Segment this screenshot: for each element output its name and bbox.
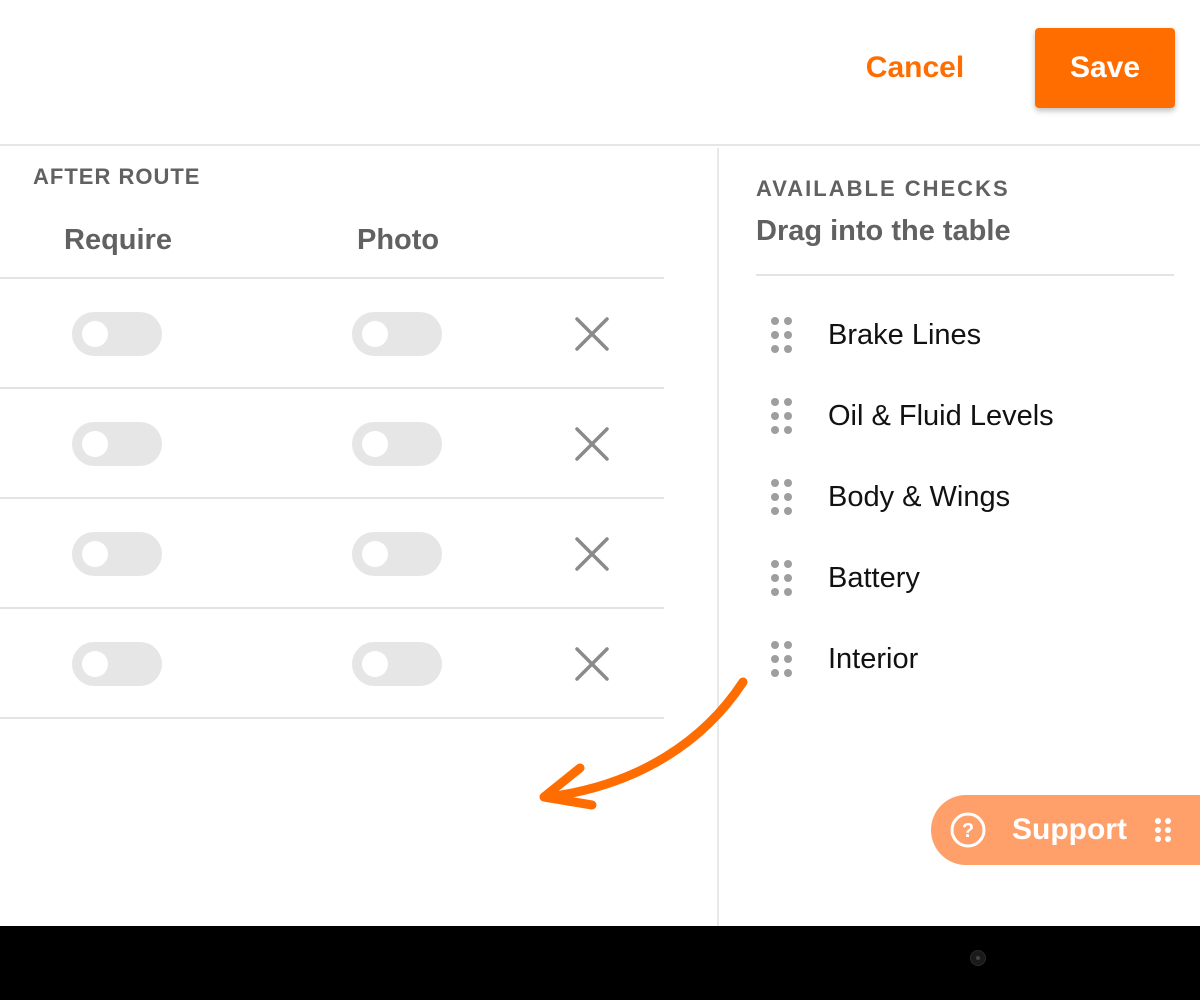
- column-header-photo: Photo: [357, 224, 440, 256]
- drag-handle-icon[interactable]: [1153, 817, 1173, 843]
- drag-handle-icon[interactable]: [769, 558, 795, 598]
- column-header-require: Require: [64, 224, 172, 256]
- check-item-label: Body & Wings: [828, 481, 1011, 513]
- table-row: [0, 499, 664, 609]
- drag-handle-icon[interactable]: [769, 396, 795, 436]
- photo-toggle[interactable]: [352, 312, 442, 356]
- toggle-knob: [82, 321, 108, 347]
- photo-toggle[interactable]: [352, 532, 442, 576]
- toggle-knob: [362, 541, 388, 567]
- close-icon[interactable]: [572, 314, 612, 354]
- toggle-knob: [82, 431, 108, 457]
- toggle-knob: [82, 651, 108, 677]
- available-checks-hint: Drag into the table: [756, 215, 1011, 247]
- available-check-item[interactable]: Body & Wings: [769, 467, 1149, 527]
- table-row: [0, 279, 664, 389]
- support-label: Support: [1012, 813, 1127, 846]
- save-button[interactable]: Save: [1035, 28, 1175, 108]
- toggle-knob: [82, 541, 108, 567]
- drag-handle-icon[interactable]: [769, 315, 795, 355]
- after-route-title: AFTER ROUTE: [33, 164, 201, 189]
- svg-text:?: ?: [962, 820, 974, 842]
- top-action-bar: Cancel Save: [0, 0, 1200, 146]
- support-button[interactable]: ? Support: [931, 795, 1200, 865]
- drag-handle-icon[interactable]: [769, 639, 795, 679]
- toggle-knob: [362, 431, 388, 457]
- toggle-knob: [362, 321, 388, 347]
- close-icon[interactable]: [572, 424, 612, 464]
- available-check-item[interactable]: Oil & Fluid Levels: [769, 386, 1149, 446]
- drag-hint-arrow-icon: [539, 677, 748, 810]
- require-toggle[interactable]: [72, 312, 162, 356]
- drag-handle-icon[interactable]: [769, 477, 795, 517]
- camera-icon: [970, 950, 986, 966]
- check-item-label: Brake Lines: [828, 319, 982, 351]
- check-item-label: Battery: [828, 562, 920, 594]
- help-circle-icon: ?: [950, 812, 986, 848]
- cancel-button[interactable]: Cancel: [850, 40, 980, 96]
- photo-toggle[interactable]: [352, 422, 442, 466]
- available-check-item[interactable]: Battery: [769, 548, 1149, 608]
- close-icon[interactable]: [572, 534, 612, 574]
- check-item-label: Interior: [828, 643, 919, 675]
- available-check-item[interactable]: Brake Lines: [769, 305, 1149, 365]
- available-checks-divider: [756, 274, 1174, 276]
- require-toggle[interactable]: [72, 642, 162, 686]
- toggle-knob: [362, 651, 388, 677]
- photo-toggle[interactable]: [352, 642, 442, 686]
- require-toggle[interactable]: [72, 532, 162, 576]
- check-item-label: Oil & Fluid Levels: [828, 400, 1054, 432]
- available-checks-title: AVAILABLE CHECKS: [756, 176, 1010, 201]
- device-bezel: [0, 926, 1200, 1000]
- require-toggle[interactable]: [72, 422, 162, 466]
- available-check-item[interactable]: Interior: [769, 629, 1149, 689]
- table-row: [0, 389, 664, 499]
